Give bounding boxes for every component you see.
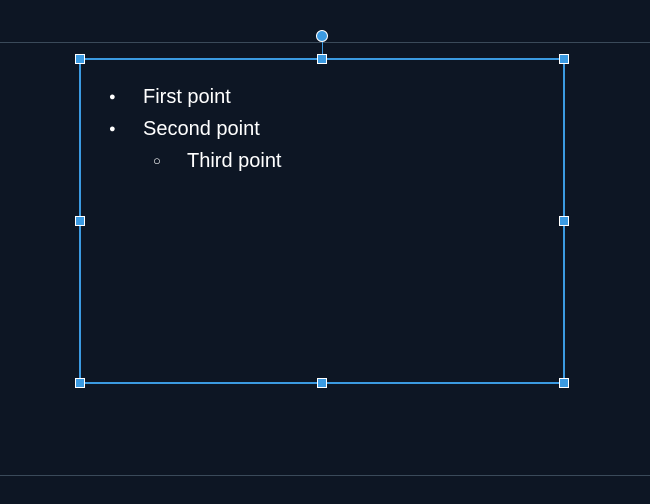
bullet-item[interactable]: First point <box>109 82 543 112</box>
resize-handle-bottom-middle[interactable] <box>317 378 327 388</box>
resize-handle-top-left[interactable] <box>75 54 85 64</box>
resize-handle-middle-right[interactable] <box>559 216 569 226</box>
bullet-marker-solid-icon <box>109 82 143 112</box>
resize-handle-top-middle[interactable] <box>317 54 327 64</box>
bullet-text[interactable]: Third point <box>187 146 543 176</box>
bullet-text[interactable]: First point <box>143 82 543 112</box>
textbox-content[interactable]: First point Second point Third point <box>109 82 543 178</box>
bullet-text[interactable]: Second point <box>143 114 543 144</box>
bullet-marker-solid-icon <box>109 114 143 144</box>
resize-handle-middle-left[interactable] <box>75 216 85 226</box>
resize-handle-bottom-left[interactable] <box>75 378 85 388</box>
bullet-item[interactable]: Second point <box>109 114 543 144</box>
bullet-item-indented[interactable]: Third point <box>153 146 543 176</box>
selected-textbox[interactable]: First point Second point Third point <box>79 58 565 384</box>
slide-boundary-top <box>0 42 650 43</box>
resize-handle-top-right[interactable] <box>559 54 569 64</box>
rotation-handle[interactable] <box>316 30 328 42</box>
bullet-marker-open-icon <box>153 146 187 176</box>
slide-boundary-bottom <box>0 475 650 476</box>
resize-handle-bottom-right[interactable] <box>559 378 569 388</box>
